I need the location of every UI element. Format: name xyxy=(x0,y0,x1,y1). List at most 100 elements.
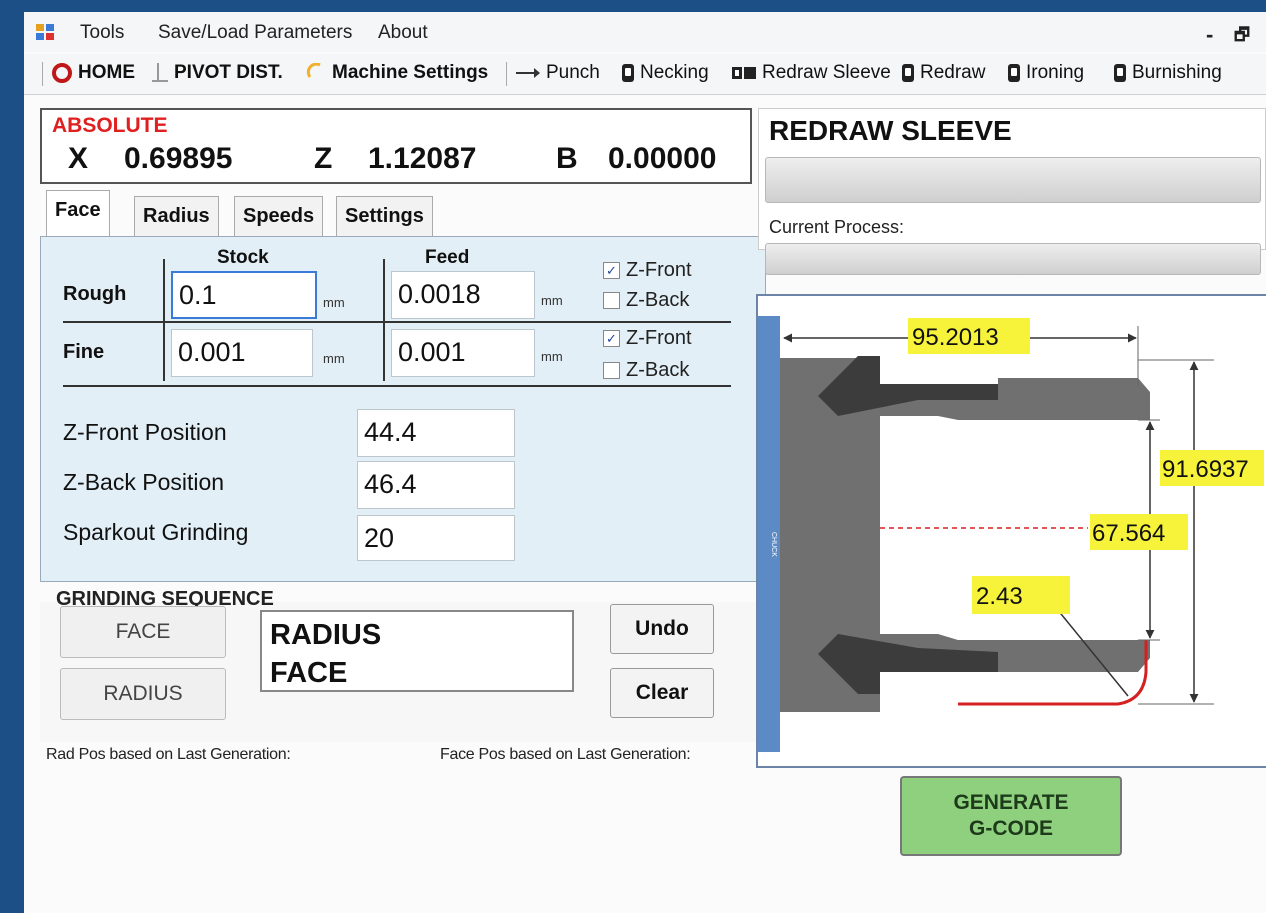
fine-feed-input[interactable]: 0.001 xyxy=(391,329,535,377)
clear-button[interactable]: Clear xyxy=(610,668,714,718)
redraw-button[interactable]: Redraw xyxy=(902,62,985,84)
zback-label: Z-Back xyxy=(626,289,690,311)
punch-button[interactable]: Punch xyxy=(516,62,600,84)
can-icon xyxy=(1008,64,1020,82)
sparkout-grinding-label: Sparkout Grinding xyxy=(63,519,249,545)
process-title: REDRAW SLEEVE xyxy=(769,115,1012,146)
arrow-right-icon xyxy=(516,68,540,78)
rough-label: Rough xyxy=(63,283,127,305)
redraw-sleeve-button[interactable]: Redraw Sleeve xyxy=(732,62,891,84)
sleeve-icon xyxy=(732,67,756,79)
z-axis-value: 1.12087 xyxy=(368,142,477,175)
burnishing-label: Burnishing xyxy=(1132,62,1222,83)
wrench-icon xyxy=(306,63,321,78)
checkbox-box[interactable] xyxy=(603,362,620,379)
rough-zfront-checkbox[interactable]: ✓ Z-Front xyxy=(603,259,692,282)
home-button[interactable]: HOME xyxy=(52,62,135,84)
sequence-list[interactable]: RADIUS FACE xyxy=(260,610,574,692)
chuck-label: CHUCK xyxy=(770,532,777,557)
fine-stock-input[interactable]: 0.001 xyxy=(171,329,313,377)
progress-bar xyxy=(765,157,1261,203)
undo-button[interactable]: Undo xyxy=(610,604,714,654)
z-axis-label: Z xyxy=(314,142,333,175)
part-drawing: CHUCK 95.2013 91.6937 67.564 2.43 xyxy=(756,294,1266,768)
pivot-icon xyxy=(152,63,168,82)
face-tab-panel: Stock Feed Rough 0.1 mm 0.0018 mm ✓ Z-Fr… xyxy=(40,236,766,582)
checkbox-box[interactable]: ✓ xyxy=(603,330,620,347)
face-pos-note: Face Pos based on Last Generation: xyxy=(440,746,691,763)
app-icon xyxy=(36,24,54,40)
power-icon xyxy=(52,63,72,83)
outer-dimension-label: 91.6937 xyxy=(1162,456,1249,483)
redraw-sleeve-label: Redraw Sleeve xyxy=(762,62,891,83)
home-label: HOME xyxy=(78,62,135,83)
tab-radius[interactable]: Radius xyxy=(134,196,219,237)
menu-bar: Tools Save/Load Parameters About - 🗗 xyxy=(24,12,1266,52)
zfront-position-input[interactable]: 44.4 xyxy=(357,409,515,457)
x-axis-label: X xyxy=(68,142,89,175)
zfront-label: Z-Front xyxy=(626,259,692,281)
generate-gcode-button[interactable]: GENERATE G-CODE xyxy=(900,776,1122,856)
radius-button[interactable]: RADIUS xyxy=(60,668,226,720)
zfront-position-label: Z-Front Position xyxy=(63,419,227,445)
rough-stock-input[interactable]: 0.1 xyxy=(171,271,317,319)
current-process-label: Current Process: xyxy=(769,217,905,237)
toolbar: HOME PIVOT DIST. Machine Settings Punch … xyxy=(24,54,1266,95)
generate-label: GENERATE xyxy=(953,791,1069,814)
absolute-label: ABSOLUTE xyxy=(52,114,168,137)
zback-position-input[interactable]: 46.4 xyxy=(357,461,515,509)
zfront-label: Z-Front xyxy=(626,327,692,349)
unit-label: mm xyxy=(541,349,563,364)
necking-label: Necking xyxy=(640,62,709,83)
list-item[interactable]: FACE xyxy=(270,654,564,692)
tab-settings[interactable]: Settings xyxy=(336,196,433,237)
divider xyxy=(163,259,165,381)
ironing-label: Ironing xyxy=(1026,62,1085,83)
menu-tools[interactable]: Tools xyxy=(80,22,124,44)
burnishing-button[interactable]: Burnishing xyxy=(1114,62,1222,84)
current-process-bar xyxy=(765,243,1261,275)
menu-save-load-parameters[interactable]: Save/Load Parameters xyxy=(158,22,352,44)
checkbox-box[interactable]: ✓ xyxy=(603,262,620,279)
unit-label: mm xyxy=(323,351,345,366)
checkbox-box[interactable] xyxy=(603,292,620,309)
rough-feed-input[interactable]: 0.0018 xyxy=(391,271,535,319)
position-readout: ABSOLUTE X 0.69895 Z 1.12087 B 0.00000 xyxy=(40,108,752,184)
tab-face[interactable]: Face xyxy=(46,190,110,237)
pivot-dist-button[interactable]: PIVOT DIST. xyxy=(152,62,283,84)
sparkout-grinding-input[interactable]: 20 xyxy=(357,515,515,561)
inner-dimension-label: 67.564 xyxy=(1092,520,1165,547)
pivot-dist-label: PIVOT DIST. xyxy=(174,62,283,83)
redraw-label: Redraw xyxy=(920,62,986,83)
tab-strip: Face Radius Speeds Settings xyxy=(40,190,768,237)
fine-zfront-checkbox[interactable]: ✓ Z-Front xyxy=(603,327,692,350)
list-item[interactable]: RADIUS xyxy=(270,616,564,654)
menu-about[interactable]: About xyxy=(378,22,428,44)
part-drawing-svg: CHUCK 95.2013 91.6937 67.564 2.43 xyxy=(758,316,1264,752)
feed-header: Feed xyxy=(425,247,470,268)
machine-settings-button[interactable]: Machine Settings xyxy=(306,62,488,84)
tab-speeds[interactable]: Speeds xyxy=(234,196,324,237)
rough-zback-checkbox[interactable]: Z-Back xyxy=(603,289,689,312)
x-axis-value: 0.69895 xyxy=(124,142,233,175)
face-button[interactable]: FACE xyxy=(60,606,226,658)
zback-position-label: Z-Back Position xyxy=(63,469,225,495)
divider xyxy=(63,385,731,387)
divider xyxy=(383,259,385,381)
can-icon xyxy=(902,64,914,82)
b-axis-value: 0.00000 xyxy=(608,142,717,175)
b-axis-label: B xyxy=(556,142,578,175)
toolbar-separator xyxy=(506,62,507,86)
restore-button[interactable]: 🗗 xyxy=(1234,22,1250,51)
unit-label: mm xyxy=(323,295,345,310)
fine-zback-checkbox[interactable]: Z-Back xyxy=(603,359,689,382)
app-window: Tools Save/Load Parameters About - 🗗 HOM… xyxy=(24,12,1266,913)
can-icon xyxy=(1114,64,1126,82)
minimize-button[interactable]: - xyxy=(1206,22,1213,48)
rad-pos-note: Rad Pos based on Last Generation: xyxy=(46,746,291,763)
stock-header: Stock xyxy=(217,247,269,268)
necking-button[interactable]: Necking xyxy=(622,62,709,84)
toolbar-separator xyxy=(42,62,43,86)
ironing-button[interactable]: Ironing xyxy=(1008,62,1084,84)
radius-dimension-label: 2.43 xyxy=(976,583,1023,610)
